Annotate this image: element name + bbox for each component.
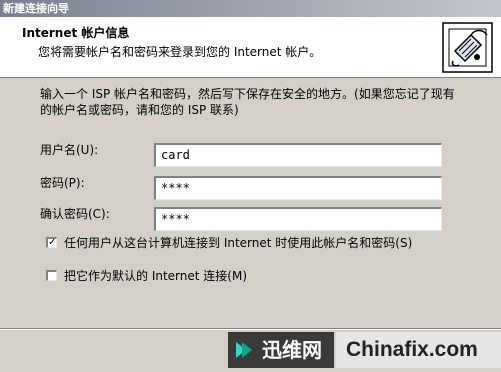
- xunwei-logo-icon: [236, 342, 252, 358]
- username-label: 用户名(U):: [40, 143, 99, 157]
- watermark-xunwei: 迅维网: [228, 332, 334, 368]
- default-connection-checkbox[interactable]: [46, 270, 57, 281]
- footer-divider: [0, 328, 501, 330]
- confirm-password-label: 确认密码(C):: [40, 207, 110, 221]
- intro-text: 输入一个 ISP 帐户名和密码，然后写下保存在安全的地方。(如果您忘记了现有 的…: [40, 86, 480, 118]
- watermark-brand-2: Chinafix.com: [346, 338, 478, 361]
- username-field[interactable]: card: [154, 143, 442, 167]
- header-title: Internet 帐户信息: [22, 26, 130, 40]
- header-subtitle: 您将需要帐户名和密码来登录到您的 Internet 帐户。: [38, 45, 322, 59]
- confirm-password-field[interactable]: ****: [154, 207, 442, 231]
- watermark-chinafix: Chinafix.com: [336, 332, 501, 368]
- use-for-all-users-label: 任何用户从这台计算机连接到 Internet 时使用此帐户名和密码(S): [64, 236, 413, 250]
- intro-line-2: 的帐户名或密码，请和您的 ISP 联系): [40, 103, 239, 117]
- default-connection-label: 把它作为默认的 Internet 连接(M): [64, 269, 247, 283]
- wizard-header: Internet 帐户信息 您将需要帐户名和密码来登录到您的 Internet …: [0, 17, 501, 78]
- password-label: 密码(P):: [40, 176, 85, 190]
- modem-connection-icon: [442, 22, 493, 73]
- wizard-title-bar: 新建连接向导: [0, 0, 501, 17]
- watermark-brand-1: 迅维网: [262, 338, 322, 362]
- window-title: 新建连接向导: [3, 2, 69, 15]
- password-field[interactable]: ****: [154, 176, 442, 200]
- use-for-all-users-checkbox[interactable]: ✓: [46, 237, 57, 248]
- intro-line-1: 输入一个 ISP 帐户名和密码，然后写下保存在安全的地方。(如果您忘记了现有: [40, 87, 455, 101]
